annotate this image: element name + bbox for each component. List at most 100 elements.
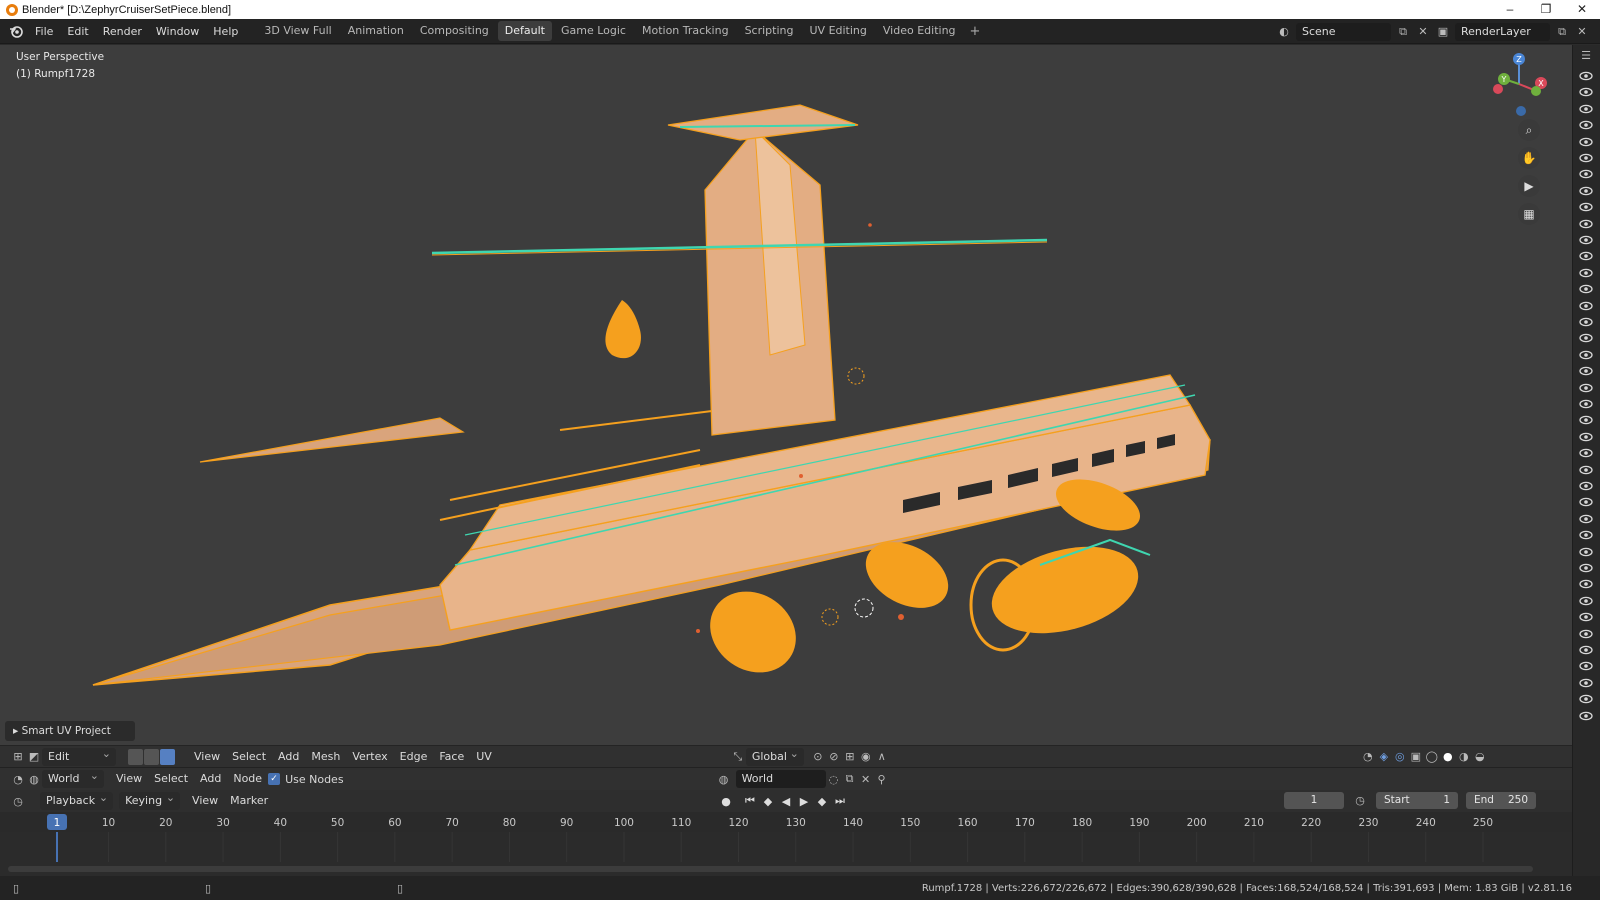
visibility-eye-icon[interactable] [1579,709,1593,723]
visibility-eye-icon[interactable] [1579,348,1593,362]
visibility-eye-icon[interactable] [1579,577,1593,591]
visibility-eye-icon[interactable] [1579,430,1593,444]
delete-scene-icon[interactable]: ✕ [1415,24,1431,40]
visibility-icon[interactable]: ◔ [1360,749,1376,765]
snap-target-icon[interactable]: ⊞ [842,749,858,765]
vertex-select-button[interactable] [128,748,143,765]
visibility-eye-icon[interactable] [1579,282,1593,296]
visibility-eye-icon[interactable] [1579,299,1593,313]
menu-view[interactable]: View [188,746,226,768]
unlink-world-icon[interactable]: ✕ [858,771,874,787]
edge-select-button[interactable] [144,748,159,765]
shader-type-dropdown[interactable]: World [42,767,104,788]
jump-end-icon[interactable]: ⏭ [832,794,848,808]
menu-face[interactable]: Face [433,746,470,768]
pin-icon[interactable]: ⚲ [874,771,890,787]
visibility-eye-icon[interactable] [1579,659,1593,673]
menu-select[interactable]: Select [226,746,272,768]
editor-type-icon[interactable]: ⊞ [10,749,26,765]
tab-video-editing[interactable]: Video Editing [876,21,963,41]
duplicate-world-icon[interactable]: ⧉ [842,771,858,787]
visibility-eye-icon[interactable] [1579,266,1593,280]
tab-scripting[interactable]: Scripting [738,21,801,41]
minimize-button[interactable]: – [1492,0,1528,19]
visibility-eye-icon[interactable] [1579,233,1593,247]
navigation-gizmo[interactable]: Z X Y [1484,49,1554,124]
shading-material-icon[interactable]: ◑ [1456,749,1472,765]
camera-view-icon[interactable]: ▶ [1518,175,1540,197]
visibility-eye-icon[interactable] [1579,397,1593,411]
next-keyframe-icon[interactable]: ◆ [814,795,830,808]
gizmo-toggle-icon[interactable]: ◈ [1376,749,1392,765]
new-scene-icon[interactable]: ⧉ [1395,24,1411,40]
visibility-eye-icon[interactable] [1579,479,1593,493]
tab-compositing[interactable]: Compositing [413,21,496,41]
menu-help[interactable]: Help [206,19,245,44]
tab-motion-tracking[interactable]: Motion Tracking [635,21,736,41]
visibility-eye-icon[interactable] [1579,167,1593,181]
menu-file[interactable]: File [28,19,60,44]
pan-hand-icon[interactable]: ✋ [1518,147,1540,169]
visibility-eye-icon[interactable] [1579,545,1593,559]
visibility-eye-icon[interactable] [1579,676,1593,690]
menu-mesh[interactable]: Mesh [305,746,346,768]
current-frame-field[interactable]: 1 [1284,792,1344,809]
visibility-eye-icon[interactable] [1579,151,1593,165]
playback-menu[interactable]: Playback [40,789,114,810]
orientation-dropdown[interactable]: Global [745,745,804,766]
menu-window[interactable]: Window [149,19,206,44]
world-browse-icon[interactable]: ◍ [716,771,732,787]
timeline-menu-view[interactable]: View [186,790,224,812]
clock-icon[interactable]: ◷ [1352,793,1368,809]
tab-animation[interactable]: Animation [341,21,411,41]
overlay-icon[interactable]: ◎ [1392,749,1408,765]
fake-user-icon[interactable]: ◌ [826,771,842,787]
close-button[interactable]: ✕ [1564,0,1600,19]
render-layer-field[interactable]: RenderLayer [1455,22,1550,41]
prev-keyframe-icon[interactable]: ◆ [760,795,776,808]
menu-vertex[interactable]: Vertex [346,746,393,768]
visibility-eye-icon[interactable] [1579,135,1593,149]
visibility-eye-icon[interactable] [1579,413,1593,427]
menu-render[interactable]: Render [96,19,149,44]
3d-viewport[interactable]: User Perspective (1) Rumpf1728 Z X Y ⌕ ✋… [0,45,1572,765]
visibility-eye-icon[interactable] [1579,331,1593,345]
menu-add[interactable]: Add [272,746,305,768]
snap-icon[interactable]: ⊘ [826,749,842,765]
record-icon[interactable]: ● [718,795,734,808]
timeline-menu-marker[interactable]: Marker [224,790,274,812]
visibility-eye-icon[interactable] [1579,446,1593,460]
menu-uv[interactable]: UV [470,746,498,768]
visibility-eye-icon[interactable] [1579,512,1593,526]
outliner-strip[interactable]: ☰ [1572,45,1600,876]
tab-game-logic[interactable]: Game Logic [554,21,633,41]
start-frame-field[interactable]: Start 1 [1376,792,1458,809]
keying-menu[interactable]: Keying [119,789,181,810]
visibility-eye-icon[interactable] [1579,315,1593,329]
menu-edit[interactable]: Edit [60,19,95,44]
falloff-icon[interactable]: ∧ [874,749,890,765]
visibility-eye-icon[interactable] [1579,217,1593,231]
shading-solid-icon[interactable]: ● [1440,749,1456,765]
tab-uv-editing[interactable]: UV Editing [803,21,874,41]
timeline-editor-type-icon[interactable]: ◷ [10,793,26,809]
frame-ruler[interactable]: 1 10 20 30 40 50 60 70 80 90 100 110 120 130 140 150 160… [0,812,1572,832]
scene-name-field[interactable]: Scene [1296,22,1391,41]
visibility-eye-icon[interactable] [1579,528,1593,542]
node-menu-select[interactable]: Select [148,768,194,790]
visibility-eye-icon[interactable] [1579,594,1593,608]
visibility-eye-icon[interactable] [1579,692,1593,706]
menu-edge[interactable]: Edge [394,746,434,768]
world-name-field[interactable]: World [735,770,826,788]
visibility-eye-icon[interactable] [1579,200,1593,214]
visibility-eye-icon[interactable] [1579,561,1593,575]
visibility-eye-icon[interactable] [1579,85,1593,99]
visibility-eye-icon[interactable] [1579,643,1593,657]
node-menu-node[interactable]: Node [227,768,268,790]
visibility-eye-icon[interactable] [1579,184,1593,198]
maximize-button[interactable]: ❐ [1528,0,1564,19]
face-select-button[interactable] [160,748,175,765]
mode-dropdown[interactable]: Edit Mode [42,745,116,781]
visibility-eye-icon[interactable] [1579,495,1593,509]
shading-rendered-icon[interactable]: ◒ [1472,749,1488,765]
